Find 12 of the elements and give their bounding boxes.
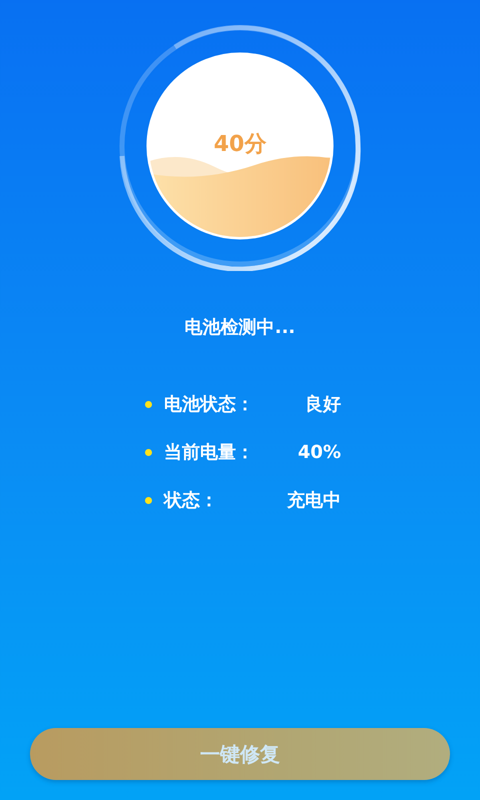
repair-button[interactable]: 一键修复 — [30, 728, 450, 780]
bullet-icon — [145, 400, 152, 408]
detail-label: 电池状态： — [164, 393, 254, 416]
detail-value: 充电中 — [287, 489, 341, 512]
detail-value: 良好 — [305, 393, 341, 416]
detail-value: 40% — [298, 442, 341, 462]
detail-label: 当前电量： — [164, 441, 254, 464]
bullet-icon — [145, 448, 152, 456]
status-text: 电池检测中... — [184, 316, 296, 340]
score-text: 40分 — [212, 132, 268, 158]
detail-label: 状态： — [164, 489, 218, 512]
bullet-icon — [145, 496, 152, 504]
